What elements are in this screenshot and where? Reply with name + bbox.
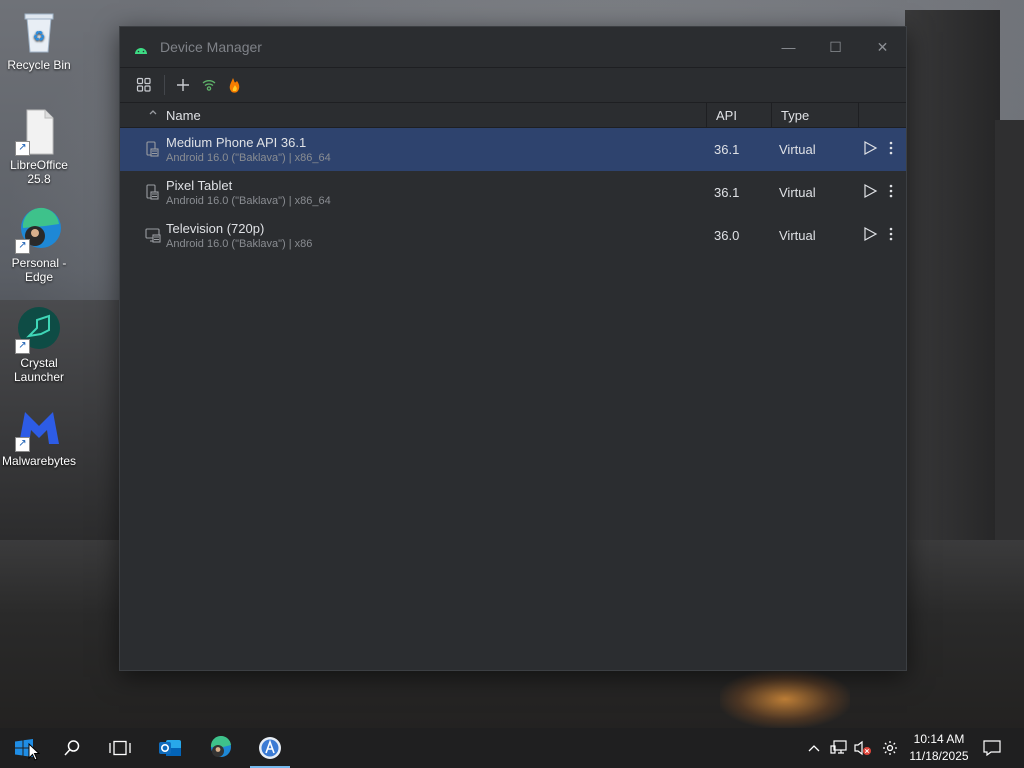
- tablet-icon: [145, 184, 159, 200]
- desktop-icon-label: Recycle Bin: [7, 58, 71, 72]
- minimize-button[interactable]: —: [765, 27, 812, 67]
- desktop-icon-crystal-launcher[interactable]: ↗ Crystal Launcher: [0, 306, 78, 384]
- system-clock[interactable]: 10:14 AM 11/18/2025: [904, 731, 974, 765]
- svg-text:♻: ♻: [33, 29, 46, 45]
- start-icon[interactable]: [0, 728, 48, 768]
- device-table-header: Name API Type: [120, 102, 906, 128]
- column-header-api[interactable]: API: [716, 108, 737, 123]
- edge-profile-icon: ↗: [15, 206, 63, 254]
- network-icon[interactable]: [828, 728, 850, 768]
- close-button[interactable]: ✕: [859, 27, 906, 67]
- show-hidden-icons-icon[interactable]: [804, 728, 824, 768]
- sort-ascending-icon[interactable]: [148, 107, 158, 120]
- shortcut-arrow-icon: ↗: [15, 239, 30, 254]
- toolbar-divider: [164, 75, 165, 95]
- device-type: Virtual: [779, 185, 816, 200]
- libreoffice-icon: ↗: [15, 108, 63, 156]
- outlook-icon[interactable]: [146, 728, 194, 768]
- play-icon[interactable]: [862, 183, 878, 199]
- desktop-icon-label: Crystal Launcher: [13, 356, 65, 384]
- wallpaper-building-right: [905, 10, 1000, 570]
- maximize-button[interactable]: ☐: [812, 27, 859, 67]
- column-divider[interactable]: [706, 103, 707, 127]
- edge-icon[interactable]: [196, 728, 244, 768]
- desktop-icon-label: Malwarebytes: [1, 454, 77, 468]
- more-options-icon[interactable]: [886, 140, 896, 156]
- clock-date: 11/18/2025: [909, 749, 969, 763]
- wallpaper-building-far-right: [995, 120, 1024, 560]
- mouse-cursor-icon: [28, 742, 41, 766]
- device-row[interactable]: Television (720p) Android 16.0 ("Baklava…: [120, 214, 906, 257]
- desktop-icon-libreoffice[interactable]: ↗ LibreOffice 25.8: [0, 108, 78, 186]
- notifications-icon[interactable]: [978, 728, 1006, 768]
- layout-grid-icon[interactable]: [132, 73, 156, 97]
- column-header-name[interactable]: Name: [166, 108, 201, 123]
- more-options-icon[interactable]: [886, 226, 896, 242]
- volume-muted-icon[interactable]: [852, 728, 874, 768]
- search-icon[interactable]: [48, 728, 96, 768]
- more-options-icon[interactable]: [886, 183, 896, 199]
- desktop-icon-recycle-bin[interactable]: ♻ Recycle Bin: [0, 8, 78, 72]
- column-header-type[interactable]: Type: [781, 108, 809, 123]
- desktop-icon-label: Personal - Edge: [11, 256, 67, 284]
- toolbar: [120, 67, 906, 102]
- device-manager-window: Device Manager — ☐ ✕ Name API Type Mediu…: [119, 26, 907, 671]
- tv-icon: [145, 227, 161, 243]
- device-name: Pixel Tablet: [166, 178, 233, 193]
- add-icon[interactable]: [171, 73, 195, 97]
- window-title: Device Manager: [160, 39, 262, 55]
- device-type: Virtual: [779, 228, 816, 243]
- device-api: 36.1: [714, 185, 740, 200]
- clock-time: 10:14 AM: [913, 732, 965, 746]
- play-icon[interactable]: [862, 226, 878, 242]
- malwarebytes-icon: ↗: [15, 404, 63, 452]
- android-studio-icon[interactable]: [246, 728, 294, 768]
- desktop-icon-malwarebytes[interactable]: ↗ Malwarebytes: [0, 404, 78, 468]
- device-api: 36.1: [714, 142, 740, 157]
- column-divider[interactable]: [858, 103, 859, 127]
- wallpaper-sun-reflection: [720, 670, 850, 728]
- device-details: Android 16.0 ("Baklava") | x86: [166, 238, 313, 250]
- device-row[interactable]: Medium Phone API 36.1 Android 16.0 ("Bak…: [120, 128, 906, 171]
- taskbar: 10:14 AM 11/18/2025: [0, 728, 1024, 768]
- firebase-icon[interactable]: [223, 73, 247, 97]
- recycle-bin-icon: ♻: [15, 8, 63, 56]
- device-type: Virtual: [779, 142, 816, 157]
- desktop-icon-label: LibreOffice 25.8: [10, 158, 68, 186]
- device-name: Television (720p): [166, 221, 265, 236]
- task-view-icon[interactable]: [96, 728, 144, 768]
- settings-gear-icon[interactable]: [878, 728, 902, 768]
- device-details: Android 16.0 ("Baklava") | x86_64: [166, 152, 331, 164]
- android-icon: [134, 42, 148, 54]
- device-api: 36.0: [714, 228, 740, 243]
- device-details: Android 16.0 ("Baklava") | x86_64: [166, 195, 331, 207]
- shortcut-arrow-icon: ↗: [15, 437, 30, 452]
- crystal-launcher-icon: ↗: [15, 306, 63, 354]
- device-list: Medium Phone API 36.1 Android 16.0 ("Bak…: [120, 128, 906, 669]
- title-bar[interactable]: Device Manager — ☐ ✕: [120, 27, 906, 67]
- play-icon[interactable]: [862, 140, 878, 156]
- phone-icon: [145, 141, 159, 157]
- column-divider[interactable]: [771, 103, 772, 127]
- device-row[interactable]: Pixel Tablet Android 16.0 ("Baklava") | …: [120, 171, 906, 214]
- shortcut-arrow-icon: ↗: [15, 141, 30, 156]
- shortcut-arrow-icon: ↗: [15, 339, 30, 354]
- wifi-pair-icon[interactable]: [197, 73, 221, 97]
- desktop-icon-edge-personal[interactable]: ↗ Personal - Edge: [0, 206, 78, 284]
- device-name: Medium Phone API 36.1: [166, 135, 307, 150]
